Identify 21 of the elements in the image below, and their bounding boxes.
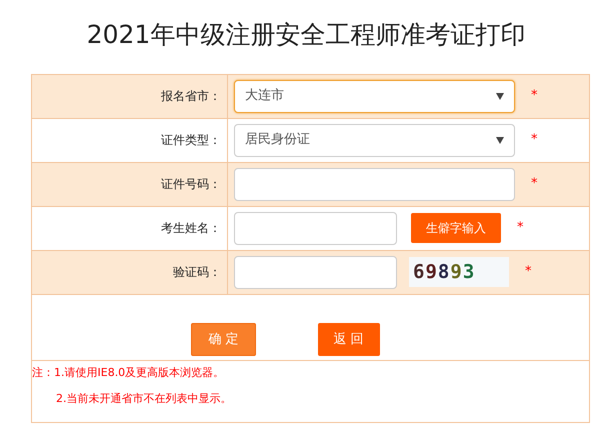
input-field[interactable] xyxy=(234,212,397,244)
field-label: 考生姓名： xyxy=(161,220,221,237)
input-field[interactable] xyxy=(234,256,397,288)
required-mark: * xyxy=(531,175,538,194)
page-title: 2021年中级注册安全工程师准考证打印 xyxy=(86,19,526,51)
input-field[interactable] xyxy=(234,168,515,200)
select-field[interactable]: 大连市 xyxy=(234,80,515,112)
field-label: 报名省市： xyxy=(161,88,221,105)
field-label: 验证码： xyxy=(173,264,221,281)
required-mark: * xyxy=(517,219,524,238)
field-label: 证件号码： xyxy=(161,176,221,193)
field-label: 证件类型： xyxy=(161,132,221,149)
caret-icon xyxy=(496,92,504,100)
required-mark: * xyxy=(531,87,538,106)
note-text: 注：1.请使用IE8.0及更高版本浏览器。 xyxy=(32,365,226,381)
required-mark: * xyxy=(531,131,538,150)
select-field[interactable]: 居民身份证 xyxy=(234,124,515,156)
captcha-image[interactable]: 69893 xyxy=(409,257,509,287)
note-text: 2.当前未开通省市不在列表中显示。 xyxy=(55,390,232,406)
required-mark: * xyxy=(525,263,532,282)
caret-icon xyxy=(496,136,504,144)
